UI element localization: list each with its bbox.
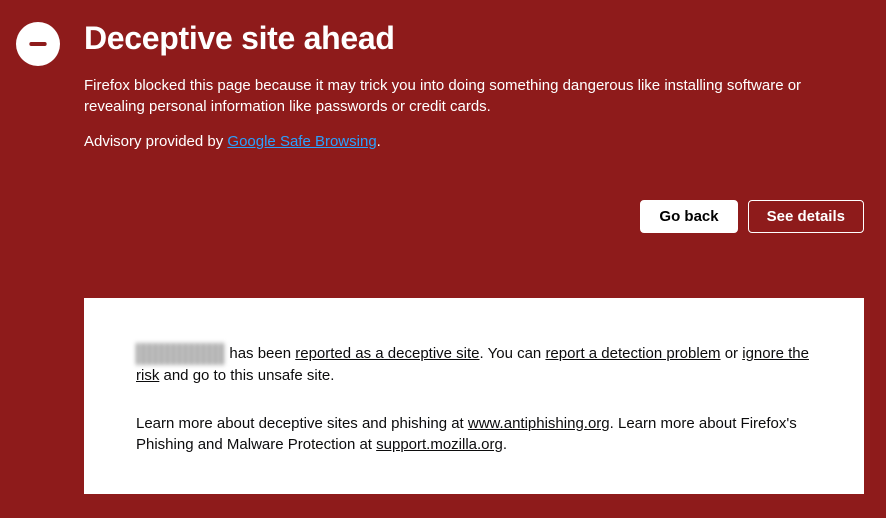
details-panel: ██████ ██ has been reported as a decepti… bbox=[84, 298, 864, 494]
advisory-suffix: . bbox=[377, 133, 381, 150]
go-back-button[interactable]: Go back bbox=[640, 200, 737, 233]
reported-deceptive-link[interactable]: reported as a deceptive site bbox=[295, 345, 479, 362]
redacted-site-name: ██████ ██ bbox=[136, 343, 225, 365]
advisory-line: Advisory provided by Google Safe Browsin… bbox=[84, 131, 864, 152]
content-column: Deceptive site ahead Firefox blocked thi… bbox=[84, 20, 864, 494]
antiphishing-link[interactable]: www.antiphishing.org bbox=[468, 415, 610, 432]
page-title: Deceptive site ahead bbox=[84, 20, 864, 57]
warning-container: Deceptive site ahead Firefox blocked thi… bbox=[0, 0, 886, 494]
report-detection-problem-link[interactable]: report a detection problem bbox=[545, 345, 720, 362]
details-paragraph-2: Learn more about deceptive sites and phi… bbox=[136, 413, 812, 457]
minus-circle-icon bbox=[25, 31, 51, 57]
header-row: Deceptive site ahead Firefox blocked thi… bbox=[16, 20, 864, 494]
button-row: Go back See details bbox=[84, 200, 864, 233]
warning-icon bbox=[16, 22, 60, 66]
advisory-link[interactable]: Google Safe Browsing bbox=[227, 133, 376, 150]
see-details-button[interactable]: See details bbox=[748, 200, 864, 233]
advisory-prefix: Advisory provided by bbox=[84, 133, 227, 150]
blocked-description: Firefox blocked this page because it may… bbox=[84, 75, 864, 117]
details-paragraph-1: ██████ ██ has been reported as a decepti… bbox=[136, 343, 812, 387]
support-mozilla-link[interactable]: support.mozilla.org bbox=[376, 436, 503, 453]
